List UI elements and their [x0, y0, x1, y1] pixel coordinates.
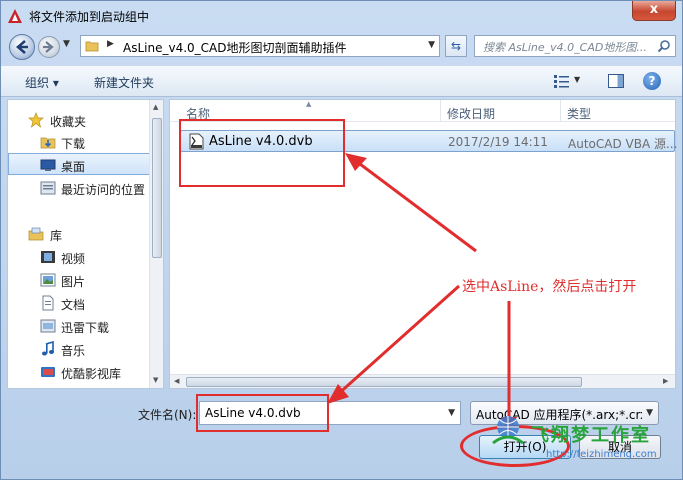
organize-menu[interactable]: 组织 ▾ — [25, 74, 59, 91]
watermark-url: http://feizhimeng.com — [546, 449, 657, 460]
sidebar-item-youku[interactable]: 优酷影视库 — [8, 361, 150, 383]
sidebar-item-label: 文档 — [61, 298, 86, 312]
sidebar-item-recent[interactable]: 最近访问的位置 — [8, 177, 150, 199]
document-icon — [42, 295, 54, 311]
sidebar-item-libraries[interactable]: 库 — [8, 223, 150, 245]
annotation-highlight-filename — [196, 394, 329, 432]
folder-icon — [85, 41, 99, 52]
download-folder-icon — [40, 137, 56, 149]
file-modified-date: 2017/2/19 14:11 — [448, 135, 548, 149]
column-divider[interactable] — [440, 100, 441, 122]
horizontal-scroll-thumb[interactable] — [186, 377, 582, 387]
arrow-left-icon — [16, 40, 28, 54]
chevron-down-icon[interactable]: ▼ — [646, 408, 653, 418]
view-dropdown-icon[interactable]: ▼ — [574, 75, 580, 84]
autocad-logo-icon — [8, 9, 22, 23]
sidebar-item-label: 桌面 — [61, 160, 86, 174]
column-header-date[interactable]: 修改日期 — [447, 105, 495, 122]
sidebar-item-label: 图片 — [61, 275, 86, 289]
sidebar-item-label: 迅雷下载 — [61, 321, 110, 335]
column-divider[interactable] — [560, 100, 561, 122]
breadcrumb-chevron-icon[interactable]: ▶ — [107, 39, 114, 49]
sidebar-item-thunder[interactable]: 迅雷下载 — [8, 315, 150, 337]
sidebar-item-music[interactable]: 音乐 — [8, 338, 150, 360]
sidebar-item-label: 收藏夹 — [50, 115, 87, 129]
filename-label: 文件名(N): — [138, 408, 197, 422]
sidebar-item-label: 音乐 — [61, 344, 86, 358]
sidebar-scroll-thumb[interactable] — [152, 118, 162, 258]
watermark-name: 飞翔梦工作室 — [531, 425, 651, 446]
sidebar-item-label: 视频 — [61, 252, 86, 266]
horizontal-scrollbar[interactable]: ◀ ▶ — [170, 374, 675, 388]
column-header-type[interactable]: 类型 — [567, 105, 591, 122]
file-dialog-window: 将文件添加到启动组中 x ▼ ▶ AsLine_v4.0_CAD地形图切剖面辅助… — [0, 0, 683, 480]
sort-ascending-icon: ▲ — [306, 100, 312, 108]
refresh-button[interactable]: ⇆ — [445, 35, 467, 57]
thunder-download-icon — [40, 319, 56, 333]
video-icon — [41, 251, 55, 263]
history-dropdown-icon[interactable]: ▼ — [63, 39, 75, 53]
address-row: ▼ ▶ AsLine_v4.0_CAD地形图切剖面辅助插件 ▼ ⇆ 搜索 AsL… — [1, 31, 682, 63]
sidebar-item-downloads[interactable]: 下载 — [8, 131, 150, 153]
navigation-pane: 收藏夹 下载 桌面 最近访问的位置 库 视频 图片 文档 迅雷下载 音乐 优酷影… — [7, 99, 164, 389]
star-icon — [28, 112, 44, 128]
youku-icon — [41, 367, 55, 377]
scroll-up-icon[interactable]: ▲ — [153, 103, 158, 111]
view-options-icon[interactable] — [554, 74, 570, 88]
sidebar-item-pictures[interactable]: 图片 — [8, 269, 150, 291]
sidebar-item-videos[interactable]: 视频 — [8, 246, 150, 268]
new-folder-button[interactable]: 新建文件夹 — [94, 74, 154, 91]
scroll-down-icon[interactable]: ▼ — [153, 376, 158, 384]
picture-icon — [40, 273, 56, 287]
sidebar-item-label: 库 — [50, 229, 63, 243]
search-placeholder: 搜索 AsLine_v4.0_CAD地形图... — [483, 41, 647, 54]
library-icon — [28, 227, 44, 241]
preview-pane-icon[interactable] — [608, 74, 624, 88]
scroll-right-icon[interactable]: ▶ — [663, 377, 668, 385]
filename-dropdown-icon[interactable]: ▼ — [448, 408, 455, 418]
music-icon — [42, 341, 54, 356]
sidebar-scrollbar[interactable]: ▲ ▼ — [149, 100, 163, 388]
sidebar-item-label: 优酷影视库 — [61, 367, 122, 381]
annotation-highlight-file — [179, 119, 345, 187]
annotation-text: 选中AsLine，然后点击打开 — [462, 279, 637, 295]
address-dropdown-icon[interactable]: ▼ — [428, 40, 435, 50]
help-button[interactable]: ? — [643, 72, 661, 90]
window-title: 将文件添加到启动组中 — [29, 10, 150, 24]
arrow-right-icon — [43, 41, 54, 53]
close-button[interactable]: x — [632, 1, 676, 21]
breadcrumb-path[interactable]: AsLine_v4.0_CAD地形图切剖面辅助插件 — [123, 39, 346, 56]
forward-button[interactable] — [38, 36, 60, 58]
watermark-logo-icon — [492, 416, 524, 445]
search-input[interactable]: 搜索 AsLine_v4.0_CAD地形图... — [474, 35, 676, 57]
refresh-icon: ⇆ — [450, 39, 462, 53]
recent-places-icon — [40, 181, 56, 195]
title-bar: 将文件添加到启动组中 x — [1, 1, 682, 31]
desktop-icon — [40, 159, 56, 171]
address-bar[interactable]: ▶ AsLine_v4.0_CAD地形图切剖面辅助插件 ▼ — [80, 35, 440, 57]
sidebar-item-label: 下载 — [61, 137, 86, 151]
back-button[interactable] — [9, 34, 35, 60]
sidebar-item-desktop[interactable]: 桌面 — [8, 153, 150, 175]
file-type: AutoCAD VBA 源... — [568, 137, 678, 151]
sidebar-item-documents[interactable]: 文档 — [8, 292, 150, 314]
command-toolbar: 组织 ▾ 新建文件夹 ▼ ? — [1, 65, 682, 97]
search-icon — [657, 40, 670, 53]
sidebar-item-favorites[interactable]: 收藏夹 — [8, 109, 150, 131]
sidebar-item-label: 最近访问的位置 — [61, 183, 146, 197]
scroll-left-icon[interactable]: ◀ — [174, 377, 179, 385]
